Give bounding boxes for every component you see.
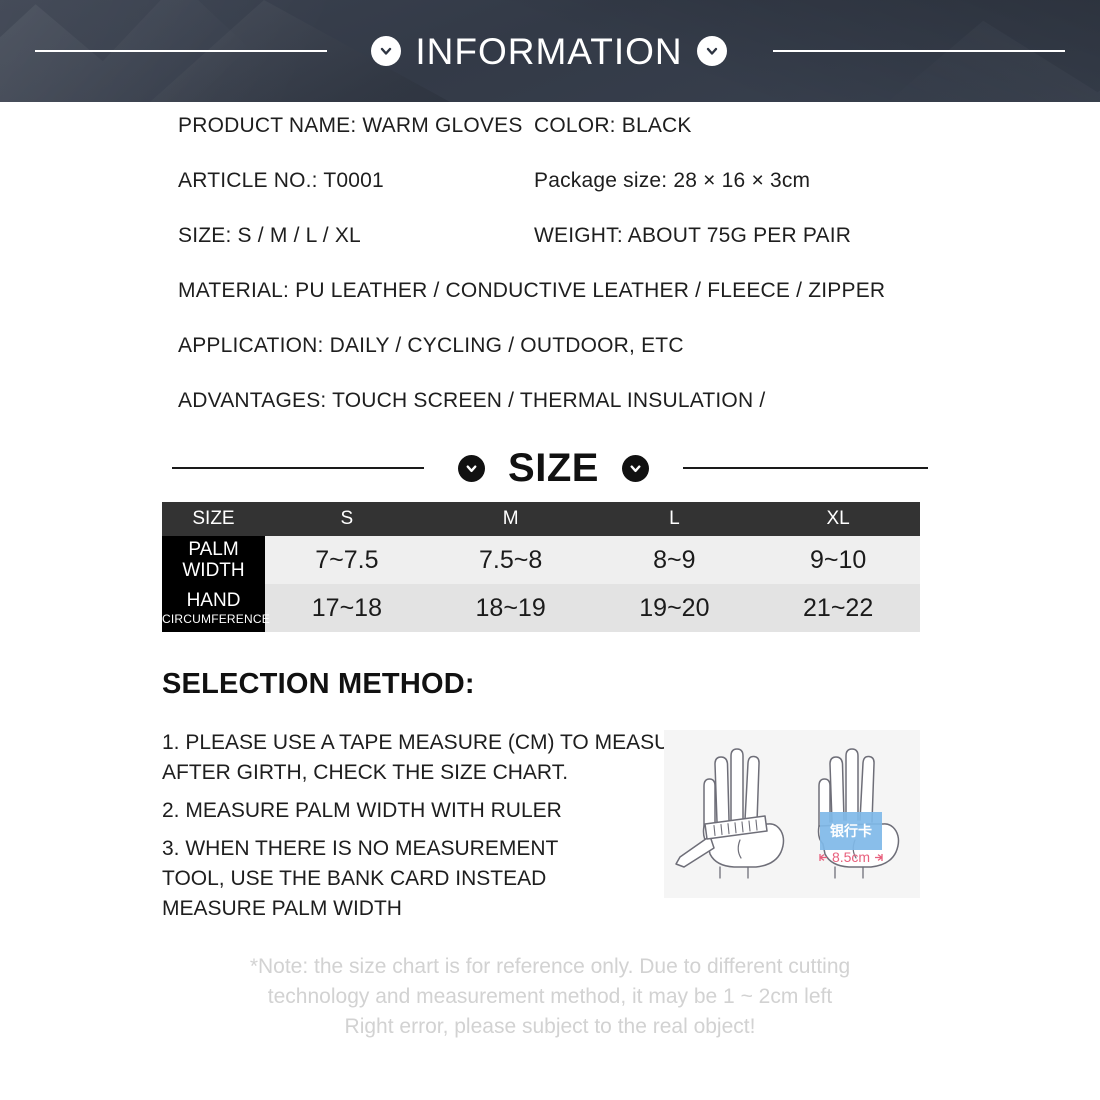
page-banner: INFORMATION (0, 0, 1100, 102)
selection-step-1: 1. PLEASE USE A TAPE MEASURE (CM) TO MEA… (162, 731, 699, 784)
spec-row: ADVANTAGES: TOUCH SCREEN / THERMAL INSUL… (0, 377, 1100, 432)
spec-color: COLOR: BLACK (534, 114, 692, 137)
spec-advantages: ADVANTAGES: TOUCH SCREEN / THERMAL INSUL… (178, 389, 766, 412)
row-label-line1: HAND (186, 589, 241, 611)
spec-package-size: Package size: 28 × 16 × 3cm (534, 169, 811, 192)
table-col-m: M (428, 502, 593, 536)
measurement-illustration: 银行卡 8.5cm (664, 730, 920, 898)
banner-content: INFORMATION (0, 0, 1100, 102)
spec-row: MATERIAL: PU LEATHER / CONDUCTIVE LEATHE… (0, 267, 1100, 322)
disclaimer-note: *Note: the size chart is for reference o… (0, 952, 1100, 1042)
size-section-heading: SIZE (0, 443, 1100, 493)
size-section-title: SIZE (508, 446, 599, 490)
table-header-row: SIZE S M L XL (162, 502, 920, 536)
table-col-s: S (265, 502, 429, 536)
row-label-line1: PALM (188, 538, 239, 560)
measurement-illustration-panel: 银行卡 8.5cm (664, 730, 920, 898)
spec-application: APPLICATION: DAILY / CYCLING / OUTDOOR, … (178, 334, 684, 357)
chevron-down-circle-icon (696, 36, 727, 66)
spec-article-no: ARTICLE NO.: T0001 (178, 169, 384, 192)
table-col-l: L (592, 502, 757, 536)
table-corner-label: SIZE (162, 502, 265, 536)
selection-step-2: 2. MEASURE PALM WIDTH WITH RULER (162, 799, 562, 822)
spec-row: APPLICATION: DAILY / CYCLING / OUTDOOR, … (0, 322, 1100, 377)
note-line-3: Right error, please subject to the real … (344, 1015, 756, 1038)
table-row: HAND CIRCUMFERENCE 17~18 18~19 19~20 21~… (162, 584, 920, 632)
cell-hand-circ-s: 17~18 (265, 584, 429, 632)
cell-hand-circ-l: 19~20 (592, 584, 757, 632)
row-label-palm-width: PALM WIDTH (162, 536, 265, 584)
page-title: INFORMATION (415, 30, 683, 72)
row-label-hand-circumference: HAND CIRCUMFERENCE (162, 584, 270, 632)
chevron-down-circle-icon (371, 36, 402, 66)
spec-row: PRODUCT NAME: WARM GLOVES COLOR: BLACK (0, 102, 1100, 157)
selection-method-title: SELECTION METHOD: (162, 668, 475, 700)
size-chart-table: SIZE S M L XL PALM WIDTH 7~7.5 7.5~8 8~9… (162, 502, 920, 632)
product-spec-list: PRODUCT NAME: WARM GLOVES COLOR: BLACK A… (0, 102, 1100, 432)
spec-row: ARTICLE NO.: T0001 Package size: 28 × 16… (0, 157, 1100, 212)
cell-palm-width-s: 7~7.5 (265, 536, 429, 584)
bank-card-graphic: 银行卡 (820, 812, 882, 850)
spec-material: MATERIAL: PU LEATHER / CONDUCTIVE LEATHE… (178, 279, 886, 302)
table-row: PALM WIDTH 7~7.5 7.5~8 8~9 9~10 (162, 536, 920, 584)
chevron-down-circle-icon (458, 454, 486, 482)
chevron-down-circle-icon (621, 454, 649, 482)
spec-size: SIZE: S / M / L / XL (178, 224, 361, 247)
selection-method-list: 1. PLEASE USE A TAPE MEASURE (CM) TO MEA… (162, 728, 722, 932)
cell-palm-width-xl: 9~10 (756, 536, 920, 584)
card-dimension-label: 8.5cm (832, 849, 870, 865)
cell-hand-circ-xl: 21~22 (756, 584, 920, 632)
spec-product-name: PRODUCT NAME: WARM GLOVES (178, 114, 523, 137)
size-title-group: SIZE (458, 448, 649, 488)
cell-hand-circ-m: 18~19 (428, 584, 593, 632)
note-line-2: technology and measurement method, it ma… (267, 985, 833, 1008)
cell-palm-width-m: 7.5~8 (428, 536, 593, 584)
size-rule-left (172, 467, 425, 469)
row-label-line2: WIDTH (182, 560, 245, 581)
banner-rule-right (772, 50, 1065, 52)
banner-title-group: INFORMATION (371, 30, 727, 72)
note-line-1: *Note: the size chart is for reference o… (249, 955, 851, 978)
spec-weight: WEIGHT: ABOUT 75G PER PAIR (534, 224, 852, 247)
cell-palm-width-l: 8~9 (592, 536, 757, 584)
row-label-small: CIRCUMFERENCE (162, 611, 270, 626)
banner-rule-left (35, 50, 328, 52)
bank-card-label: 银行卡 (830, 823, 872, 840)
table-col-xl: XL (756, 502, 920, 536)
selection-step-3: 3. WHEN THERE IS NO MEASUREMENT TOOL, US… (162, 837, 559, 920)
size-rule-right (682, 467, 928, 469)
spec-row: SIZE: S / M / L / XL WEIGHT: ABOUT 75G P… (0, 212, 1100, 267)
